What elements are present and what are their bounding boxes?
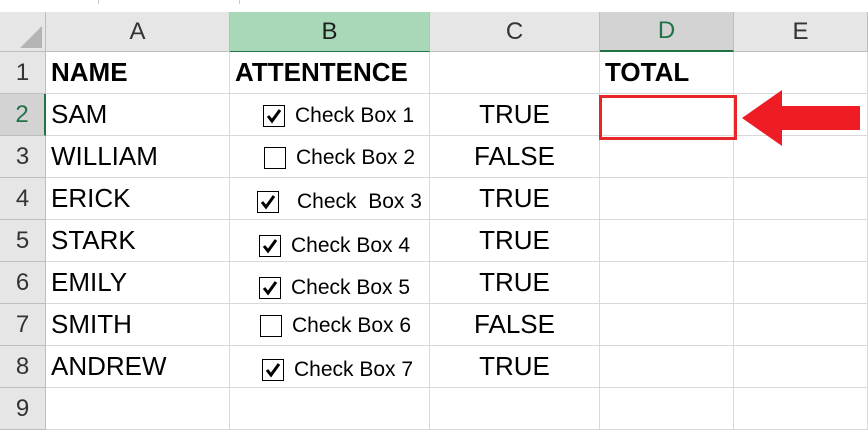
cell-e7[interactable] (734, 304, 868, 346)
checkbox-label: Check Box 7 (294, 358, 414, 381)
cell-value[interactable]: TRUE (430, 262, 600, 304)
column-header-a[interactable]: A (46, 12, 230, 52)
checkbox-control[interactable]: Check Box 1 (263, 104, 414, 128)
checkbox-label: Check Box 2 (296, 146, 416, 169)
column-header-d[interactable]: D (600, 12, 734, 52)
column-header-c[interactable]: C (430, 12, 600, 52)
checkbox-box[interactable] (259, 277, 281, 299)
sheet-tab-edge (98, 0, 240, 4)
cell-a1-name-header[interactable]: NAME (46, 52, 230, 94)
checkmark-icon (260, 195, 276, 210)
checkbox-control[interactable]: Check Box 7 (262, 358, 413, 382)
cell-value[interactable]: FALSE (430, 136, 600, 178)
cell-d9[interactable] (600, 388, 734, 430)
cell-name[interactable]: EMILY (46, 262, 230, 304)
checkbox-control[interactable]: Check Box 2 (264, 146, 415, 170)
cell-e4[interactable] (734, 178, 868, 220)
cell-e5[interactable] (734, 220, 868, 262)
cell-name[interactable]: ERICK (46, 178, 230, 220)
row-header-5[interactable]: 5 (0, 220, 46, 262)
row-header-7[interactable]: 7 (0, 304, 46, 346)
cell-b1-attendance-header[interactable]: ATTENTENCE (230, 52, 430, 94)
row-header-3[interactable]: 3 (0, 136, 46, 178)
ribbon-edge (0, 0, 868, 12)
cell-d7[interactable] (600, 304, 734, 346)
cell-name[interactable]: SAM (46, 94, 230, 136)
left-arrow-icon (742, 90, 860, 146)
cell-c9[interactable] (430, 388, 600, 430)
checkbox-label: Check Box 1 (295, 104, 415, 127)
cell-d1-total-header[interactable]: TOTAL (600, 52, 734, 94)
select-all-button[interactable] (0, 12, 46, 52)
cell-e9[interactable] (734, 388, 868, 430)
cell-a9[interactable] (46, 388, 230, 430)
checkbox-box[interactable] (264, 147, 286, 169)
cell-name[interactable]: ANDREW (46, 346, 230, 388)
cell-d8[interactable] (600, 346, 734, 388)
cell-d4[interactable] (600, 178, 734, 220)
checkbox-box[interactable] (259, 235, 281, 257)
cell-value[interactable]: TRUE (430, 346, 600, 388)
cell-c1[interactable] (430, 52, 600, 94)
selected-cell-d2-highlight[interactable] (599, 95, 737, 140)
checkbox-label: Check Box 4 (291, 234, 411, 257)
row-header-9[interactable]: 9 (0, 388, 46, 430)
checkbox-box[interactable] (262, 359, 284, 381)
checkbox-control[interactable]: Check Box 4 (259, 234, 410, 258)
cell-d5[interactable] (600, 220, 734, 262)
column-header-b[interactable]: B (230, 12, 430, 52)
cell-name[interactable]: SMITH (46, 304, 230, 346)
cell-name[interactable]: STARK (46, 220, 230, 262)
column-header-e[interactable]: E (734, 12, 868, 52)
cell-e6[interactable] (734, 262, 868, 304)
checkbox-label: Check Box 3 (297, 190, 422, 213)
checkbox-box[interactable] (260, 315, 282, 337)
checkmark-icon (262, 239, 278, 254)
checkbox-box[interactable] (257, 191, 279, 213)
row-header-1[interactable]: 1 (0, 52, 46, 94)
checkmark-icon (266, 109, 282, 124)
row-header-8[interactable]: 8 (0, 346, 46, 388)
select-all-triangle-icon (20, 26, 42, 48)
checkmark-icon (265, 363, 281, 378)
cell-value[interactable]: TRUE (430, 220, 600, 262)
checkbox-label: Check Box 5 (291, 276, 411, 299)
checkbox-label: Check Box 6 (292, 314, 412, 337)
row-header-2[interactable]: 2 (0, 94, 46, 136)
cell-name[interactable]: WILLIAM (46, 136, 230, 178)
cell-value[interactable]: FALSE (430, 304, 600, 346)
cell-d6[interactable] (600, 262, 734, 304)
cell-e8[interactable] (734, 346, 868, 388)
checkbox-control[interactable]: Check Box 6 (260, 314, 411, 338)
cell-value[interactable]: TRUE (430, 178, 600, 220)
row-header-6[interactable]: 6 (0, 262, 46, 304)
checkbox-control[interactable]: Check Box 3 (257, 190, 422, 214)
row-header-4[interactable]: 4 (0, 178, 46, 220)
cell-d3[interactable] (600, 136, 734, 178)
cell-b9[interactable] (230, 388, 430, 430)
checkmark-icon (262, 281, 278, 296)
checkbox-box[interactable] (263, 105, 285, 127)
cell-value[interactable]: TRUE (430, 94, 600, 136)
checkbox-control[interactable]: Check Box 5 (259, 276, 410, 300)
